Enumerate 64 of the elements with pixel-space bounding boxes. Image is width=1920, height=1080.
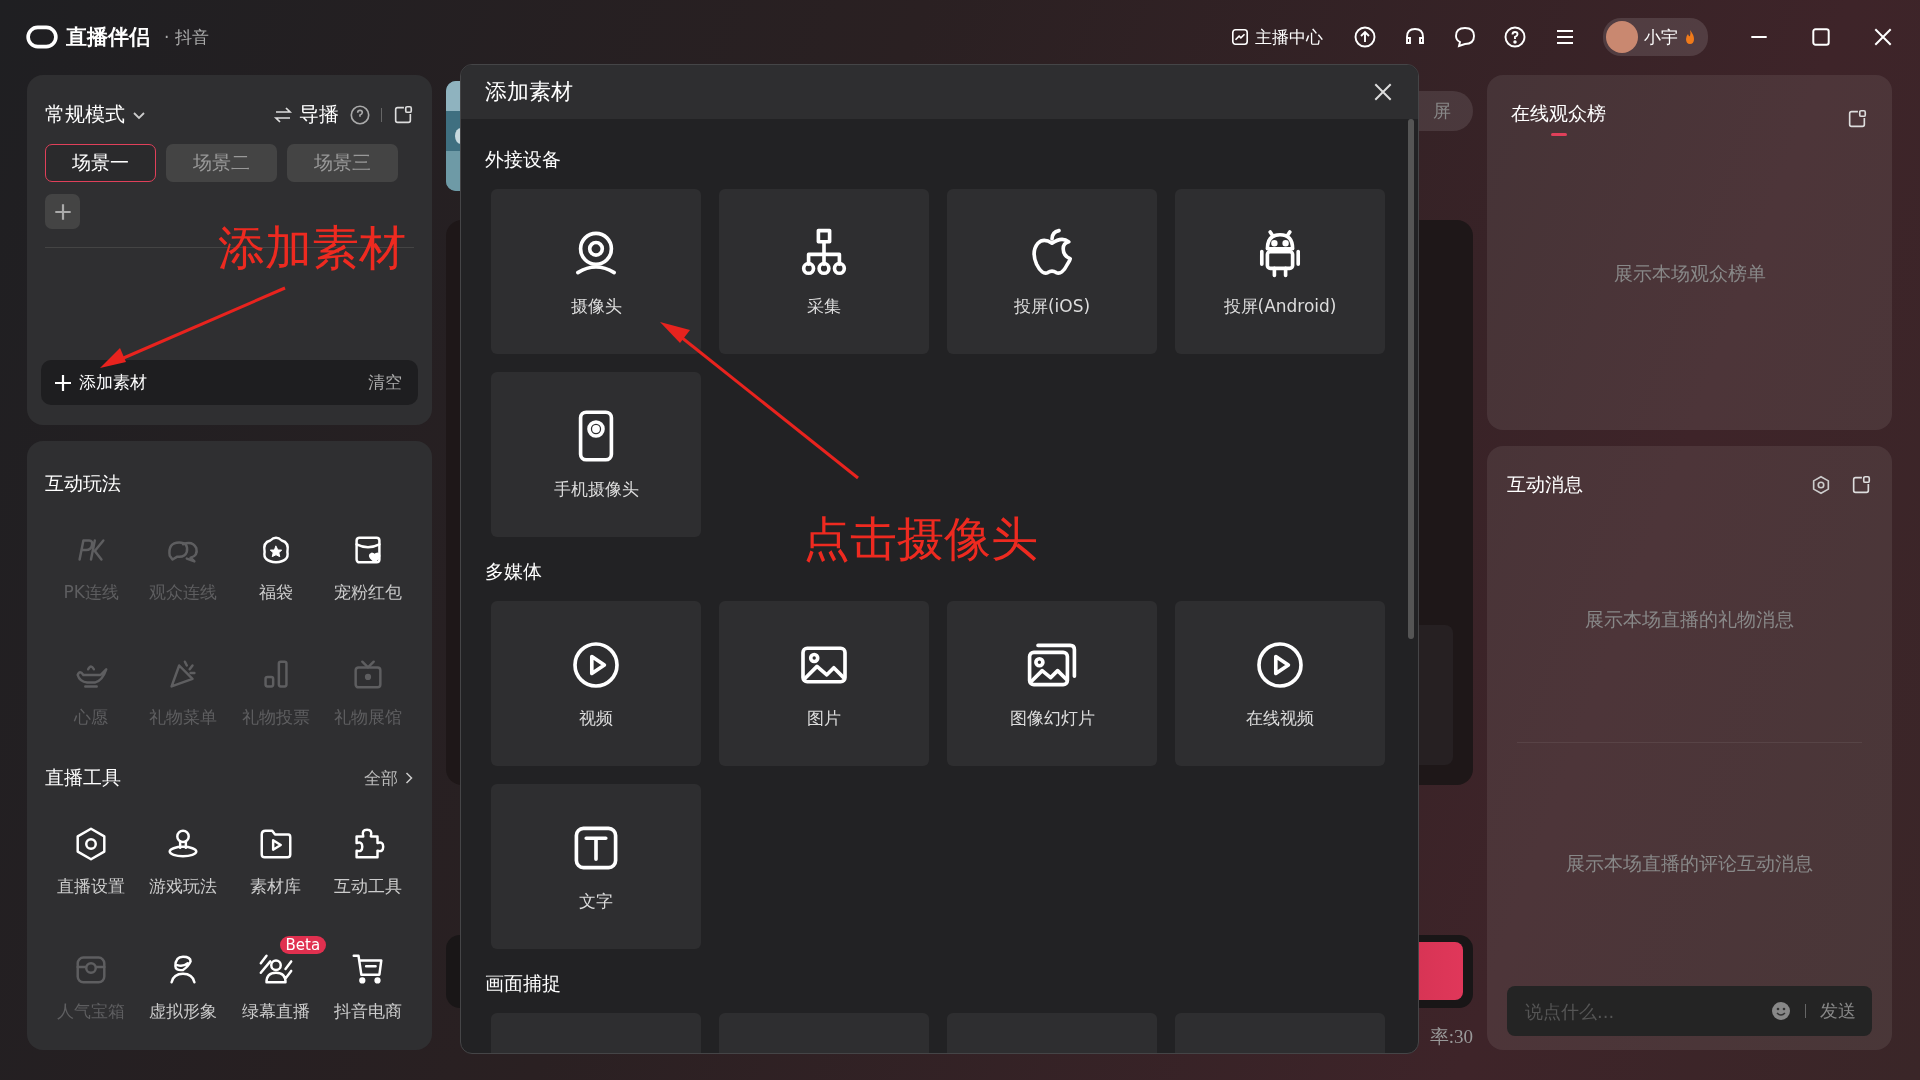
- director-button[interactable]: 导播: [273, 101, 339, 128]
- help-icon[interactable]: [349, 103, 371, 126]
- app-name: 直播伴侣: [66, 24, 150, 51]
- beta-badge: Beta: [279, 936, 327, 954]
- add-scene-button[interactable]: [45, 194, 80, 229]
- source-tile[interactable]: 采集: [719, 189, 929, 354]
- chat-icon[interactable]: [1453, 25, 1477, 49]
- source-tile[interactable]: 视频: [491, 601, 701, 766]
- tool-item[interactable]: 宠粉红包: [321, 517, 414, 604]
- tool-item[interactable]: 虚拟形象: [137, 936, 230, 1023]
- source-tile[interactable]: 在线视频: [1175, 601, 1385, 766]
- avatar-icon: [1606, 21, 1638, 53]
- section-title: 多媒体: [485, 559, 543, 584]
- platform-label: · 抖音: [164, 25, 209, 49]
- frame-rate-label: 率:30: [1429, 1025, 1473, 1049]
- add-source-button[interactable]: 添加素材: [53, 371, 147, 394]
- scrollbar[interactable]: [1408, 119, 1414, 639]
- source-tile[interactable]: 手机摄像头: [491, 372, 701, 537]
- tab-underline: [1550, 133, 1567, 136]
- emoji-icon[interactable]: [1771, 1001, 1791, 1021]
- panel-title: 互动消息: [1507, 472, 1583, 497]
- chart-icon: [1231, 28, 1249, 46]
- flame-icon: [1684, 29, 1696, 45]
- maximize-icon[interactable]: [1810, 26, 1832, 48]
- user-button[interactable]: 小宇: [1603, 18, 1708, 56]
- logo-icon: [26, 25, 58, 49]
- empty-message: 展示本场直播的评论互动消息: [1565, 851, 1814, 877]
- close-icon[interactable]: [1372, 81, 1394, 103]
- popout-icon[interactable]: [1846, 107, 1868, 130]
- clear-button[interactable]: 清空: [368, 371, 402, 394]
- scene-tab[interactable]: 场景一: [45, 144, 156, 182]
- upload-icon[interactable]: [1353, 25, 1377, 49]
- source-tile[interactable]: 摄像头: [491, 189, 701, 354]
- tool-item[interactable]: 素材库: [229, 811, 322, 898]
- tool-item[interactable]: 互动工具: [321, 811, 414, 898]
- popout-icon[interactable]: [392, 103, 414, 126]
- send-button[interactable]: 发送: [1820, 999, 1856, 1023]
- all-link[interactable]: 全部: [364, 766, 414, 790]
- source-tile[interactable]: 图片: [719, 601, 929, 766]
- audience-tab[interactable]: 在线观众榜: [1511, 101, 1606, 127]
- section-title: 直播工具: [45, 765, 121, 790]
- creator-center-button[interactable]: 主播中心: [1231, 25, 1323, 49]
- popout-icon[interactable]: [1850, 474, 1872, 496]
- swap-icon: [273, 104, 293, 125]
- tool-item[interactable]: 游戏玩法: [137, 811, 230, 898]
- chevron-right-icon: [404, 771, 414, 785]
- section-title: 画面捕捉: [485, 971, 562, 996]
- tool-item[interactable]: 福袋: [229, 517, 322, 604]
- annotation-text: 点击摄像头: [803, 515, 1038, 562]
- source-tile[interactable]: 图像幻灯片: [947, 601, 1157, 766]
- tool-item[interactable]: 直播设置: [45, 811, 138, 898]
- settings-icon[interactable]: [1810, 474, 1832, 496]
- section-title: 互动玩法: [45, 471, 122, 496]
- annotation-text: 添加素材: [218, 224, 406, 271]
- source-tile[interactable]: 投屏(iOS): [947, 189, 1157, 354]
- close-icon[interactable]: [1872, 26, 1894, 48]
- plus-icon: [53, 372, 73, 393]
- source-tile[interactable]: 文字: [491, 784, 701, 949]
- empty-message: 展示本场直播的礼物消息: [1584, 606, 1795, 632]
- source-tile[interactable]: 投屏(Android): [1175, 189, 1385, 354]
- section-title: 外接设备: [485, 147, 562, 172]
- dialog-title: 添加素材: [485, 78, 573, 106]
- empty-message: 展示本场观众榜单: [1612, 261, 1767, 286]
- mode-dropdown[interactable]: 常规模式: [45, 101, 147, 128]
